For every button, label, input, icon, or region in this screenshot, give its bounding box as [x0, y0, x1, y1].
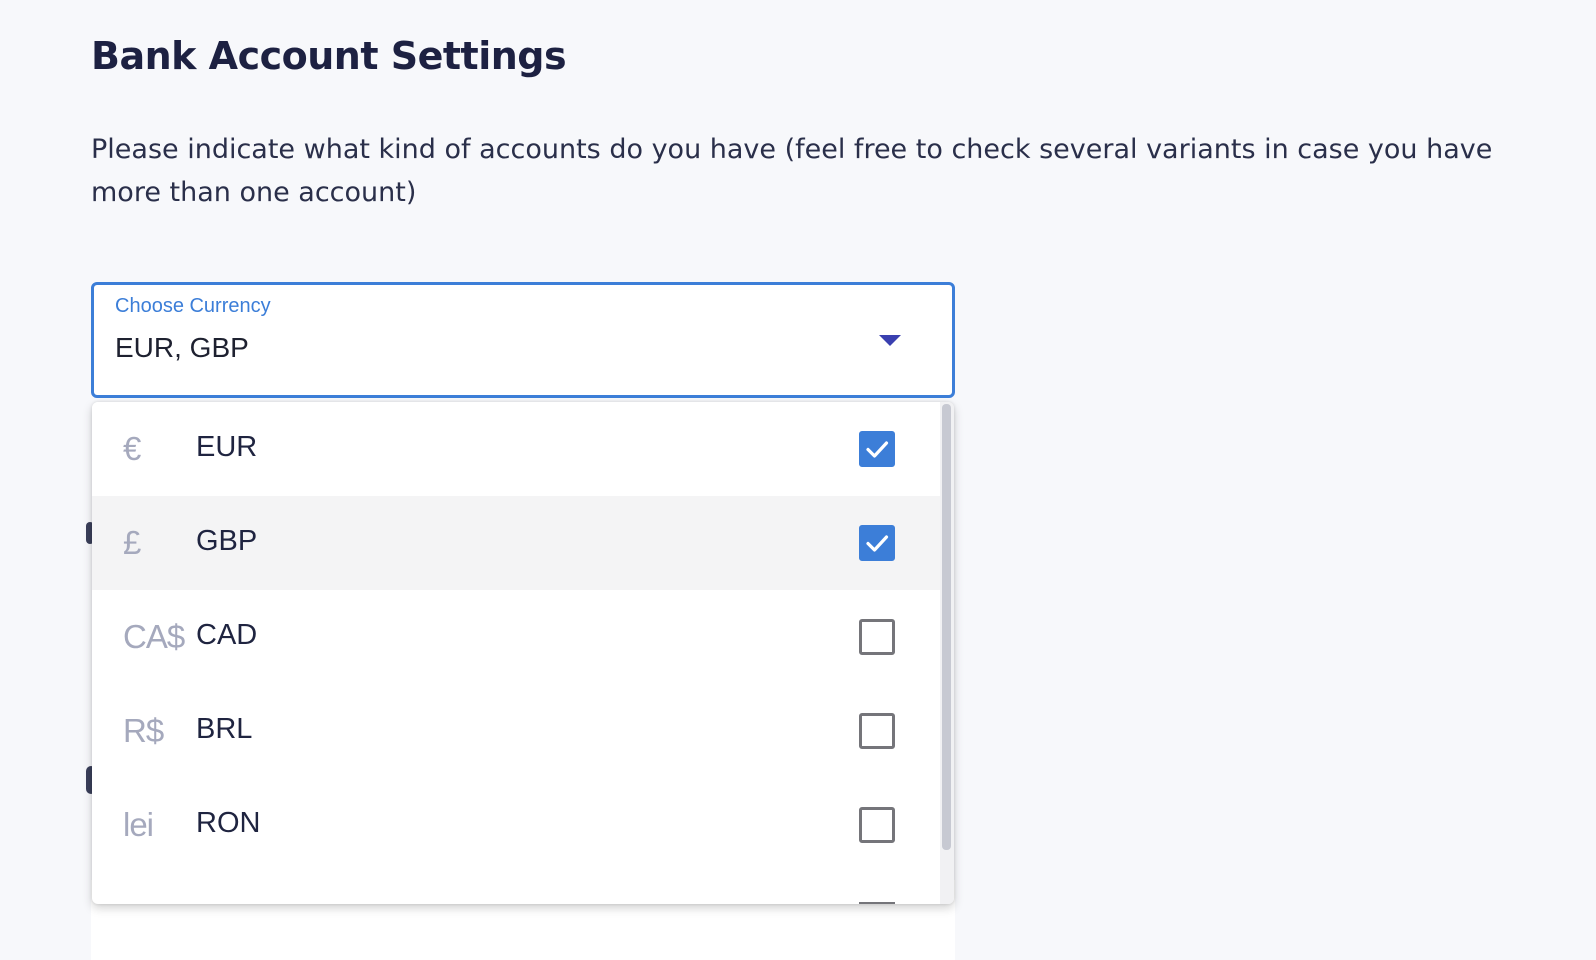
page-description: Please indicate what kind of accounts do…: [91, 134, 1493, 208]
currency-option-eur[interactable]: € EUR: [92, 402, 940, 496]
currency-dropdown: € EUR £ GBP CA$ CAD R$ BRL lei RON: [92, 402, 954, 904]
currency-option-gbp[interactable]: £ GBP: [92, 496, 940, 590]
currency-option-brl[interactable]: R$ BRL: [92, 684, 940, 778]
caret-down-icon[interactable]: [879, 335, 901, 346]
currency-select[interactable]: Choose Currency EUR, GBP: [91, 282, 955, 398]
currency-option-list: € EUR £ GBP CA$ CAD R$ BRL lei RON: [92, 402, 940, 872]
dropdown-scrollbar-thumb[interactable]: [942, 404, 951, 850]
cad-checkbox[interactable]: [859, 619, 895, 655]
currency-option-cad[interactable]: CA$ CAD: [92, 590, 940, 684]
next-option-checkbox-partial: [859, 902, 895, 904]
pound-symbol-icon: £: [123, 524, 141, 561]
euro-symbol-icon: €: [123, 430, 141, 467]
leu-symbol-icon: lei: [123, 806, 154, 843]
eur-checkbox[interactable]: [859, 431, 895, 467]
page-title: Bank Account Settings: [91, 34, 567, 78]
checkmark-icon: [866, 441, 889, 458]
canadian-dollar-symbol-icon: CA$: [123, 618, 185, 655]
currency-code: CAD: [196, 619, 258, 651]
brl-checkbox[interactable]: [859, 713, 895, 749]
real-symbol-icon: R$: [123, 712, 164, 749]
currency-code: GBP: [196, 525, 258, 557]
gbp-checkbox[interactable]: [859, 525, 895, 561]
checkmark-icon: [866, 535, 889, 552]
ron-checkbox[interactable]: [859, 807, 895, 843]
currency-select-value: EUR, GBP: [115, 332, 249, 363]
currency-select-label: Choose Currency: [115, 295, 271, 317]
currency-code: RON: [196, 807, 261, 839]
currency-option-ron[interactable]: lei RON: [92, 778, 940, 872]
currency-code: EUR: [196, 431, 258, 463]
currency-code: BRL: [196, 713, 253, 745]
